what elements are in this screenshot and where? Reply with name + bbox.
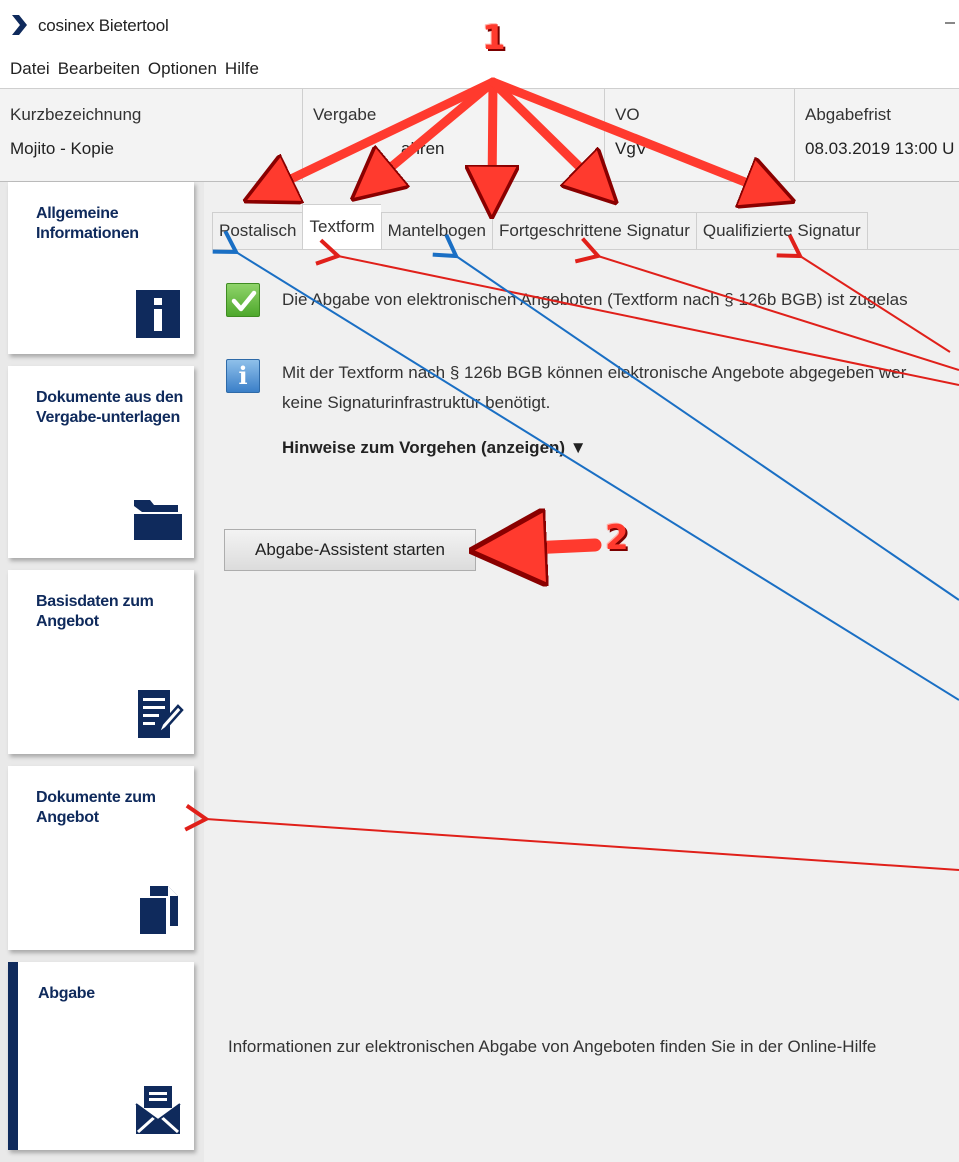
sidebar-item-label: Allgemeine Informationen bbox=[36, 205, 139, 242]
tab-postalisch[interactable]: Postalisch bbox=[212, 212, 303, 250]
allowed-message: Die Abgabe von elektronischen Angeboten … bbox=[282, 290, 908, 309]
online-help-info: Informationen zur elektronischen Abgabe … bbox=[228, 1037, 877, 1056]
menu-bar: Datei Bearbeiten Optionen Hilfe bbox=[0, 54, 265, 84]
sidebar-item-label: Abgabe bbox=[38, 985, 95, 1002]
info-icon: i bbox=[226, 359, 260, 393]
cosinex-logo-icon bbox=[12, 15, 27, 35]
submission-tabs: Postalisch Textform Mantelbogen Fortgesc… bbox=[212, 204, 868, 250]
info-label: Vergabe bbox=[313, 105, 377, 124]
menu-optionen[interactable]: Optionen bbox=[146, 54, 223, 84]
start-assistant-button[interactable]: Abgabe-Assistent starten bbox=[224, 529, 476, 571]
sidebar-item-general-info[interactable]: Allgemeine Informationen bbox=[8, 182, 194, 354]
tab-qualifizierte-signatur[interactable]: Qualifizierte Signatur bbox=[695, 212, 868, 250]
sidebar-item-offer-documents[interactable]: Dokumente zum Angebot bbox=[8, 766, 194, 950]
sidebar-item-label: Basisdaten zum Angebot bbox=[36, 593, 154, 630]
info-value: VgV bbox=[615, 139, 648, 158]
folder-icon bbox=[134, 500, 182, 540]
tender-info-bar: Kurzbezeichnung Mojito - Kopie Vergabe a… bbox=[0, 88, 959, 183]
info-vo: VO VgV bbox=[604, 89, 794, 183]
sidebar-item-submission[interactable]: Abgabe bbox=[8, 962, 194, 1150]
menu-datei[interactable]: Datei bbox=[0, 54, 56, 84]
check-icon bbox=[226, 283, 260, 317]
info-deadline: Abgabefrist 08.03.2019 13:00 U bbox=[794, 89, 959, 183]
sidebar-item-label: Dokumente aus den Vergabe-unterlagen bbox=[36, 389, 183, 426]
edit-document-icon bbox=[138, 690, 184, 738]
tab-textform[interactable]: Textform bbox=[302, 204, 381, 250]
menu-bearbeiten[interactable]: Bearbeiten bbox=[56, 54, 146, 84]
info-short-name: Kurzbezeichnung Mojito - Kopie bbox=[0, 89, 302, 183]
sidebar-item-tender-documents[interactable]: Dokumente aus den Vergabe-unterlagen bbox=[8, 366, 194, 558]
envelope-icon bbox=[135, 1086, 181, 1134]
tab-mantelbogen[interactable]: Mantelbogen bbox=[380, 212, 492, 250]
info-value: ahren bbox=[401, 139, 445, 158]
sidebar-item-label: Dokumente zum Angebot bbox=[36, 789, 156, 826]
title-bar: cosinex Bietertool bbox=[0, 0, 959, 52]
callout-number-1: 1 bbox=[482, 18, 506, 58]
info-value: Mojito - Kopie bbox=[10, 139, 114, 158]
minimize-icon[interactable] bbox=[945, 22, 955, 24]
callout-number-2: 2 bbox=[605, 518, 629, 558]
sidebar: Allgemeine Informationen Dokumente aus d… bbox=[0, 182, 204, 1162]
main-panel: Postalisch Textform Mantelbogen Fortgesc… bbox=[204, 182, 959, 1162]
info-procedure: Vergabe ahren bbox=[302, 89, 604, 183]
tab-content: Die Abgabe von elektronischen Angeboten … bbox=[212, 249, 959, 1109]
info-label: Abgabefrist bbox=[805, 105, 891, 124]
info-label: Kurzbezeichnung bbox=[10, 105, 142, 124]
info-message-line2: keine Signaturinfrastruktur benötigt. bbox=[282, 393, 551, 412]
info-value: 08.03.2019 13:00 U bbox=[805, 139, 955, 158]
info-icon bbox=[136, 290, 180, 338]
info-label: VO bbox=[615, 105, 640, 124]
sidebar-item-base-data[interactable]: Basisdaten zum Angebot bbox=[8, 570, 194, 754]
tab-fortgeschrittene-signatur[interactable]: Fortgeschrittene Signatur bbox=[491, 212, 696, 250]
show-hints-link[interactable]: Hinweise zum Vorgehen (anzeigen) ▼ bbox=[282, 438, 587, 458]
app-title: cosinex Bietertool bbox=[38, 16, 169, 35]
documents-icon bbox=[140, 886, 178, 934]
info-message-line1: Mit der Textform nach § 126b BGB können … bbox=[282, 363, 907, 382]
menu-hilfe[interactable]: Hilfe bbox=[223, 54, 265, 84]
